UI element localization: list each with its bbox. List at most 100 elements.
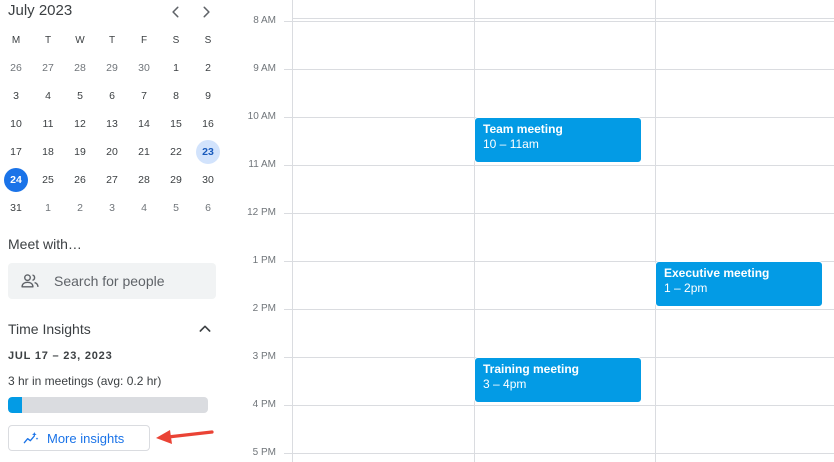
hour-tick bbox=[284, 21, 292, 22]
calendar-week: 10 11 12 13 14 15 16 bbox=[0, 110, 224, 138]
calendar-day[interactable]: 29 bbox=[160, 166, 192, 194]
hour-label: 9 AM bbox=[253, 63, 276, 74]
calendar-day[interactable]: 18 bbox=[32, 138, 64, 166]
event-time: 1 – 2pm bbox=[664, 281, 708, 295]
calendar-day[interactable]: 6 bbox=[192, 194, 224, 222]
hour-label: 5 PM bbox=[252, 447, 276, 458]
calendar-day[interactable]: 4 bbox=[32, 82, 64, 110]
chevron-up-icon bbox=[199, 325, 211, 332]
people-icon bbox=[20, 271, 40, 291]
calendar-day[interactable]: 17 bbox=[0, 138, 32, 166]
calendar-day[interactable]: 31 bbox=[0, 194, 32, 222]
calendar-day[interactable]: 1 bbox=[160, 54, 192, 82]
weekday-label: S bbox=[204, 34, 212, 46]
calendar-day[interactable]: 2 bbox=[192, 54, 224, 82]
calendar-day[interactable]: 1 bbox=[32, 194, 64, 222]
calendar-day[interactable]: 30 bbox=[192, 166, 224, 194]
hour-label: 8 AM bbox=[253, 15, 276, 26]
weekday-label: T bbox=[108, 34, 116, 46]
weekday-label: F bbox=[140, 34, 148, 46]
collapse-insights-button[interactable] bbox=[196, 320, 214, 338]
calendar-day[interactable]: 8 bbox=[160, 82, 192, 110]
calendar-day[interactable]: 3 bbox=[96, 194, 128, 222]
meetings-progress-bar bbox=[8, 397, 208, 413]
event-time: 10 – 11am bbox=[483, 137, 539, 151]
event-time: 3 – 4pm bbox=[483, 377, 527, 391]
calendar-day[interactable]: 28 bbox=[128, 166, 160, 194]
left-panel: July 2023 M T W T F S S 26 27 28 29 30 1… bbox=[0, 0, 232, 462]
hour-tick bbox=[284, 357, 292, 358]
calendar-day[interactable]: 15 bbox=[160, 110, 192, 138]
calendar-week: 17 18 19 20 21 22 23 bbox=[0, 138, 224, 166]
hour-line bbox=[292, 213, 834, 214]
day-column-divider bbox=[292, 0, 293, 462]
calendar-day[interactable]: 9 bbox=[192, 82, 224, 110]
calendar-day[interactable]: 13 bbox=[96, 110, 128, 138]
meetings-summary: 3 hr in meetings (avg: 0.2 hr) bbox=[8, 374, 162, 388]
weekday-label: S bbox=[172, 34, 180, 46]
event-training-meeting[interactable]: Training meeting 3 – 4pm bbox=[474, 357, 642, 403]
calendar-day[interactable]: 16 bbox=[192, 110, 224, 138]
calendar-day[interactable]: 20 bbox=[96, 138, 128, 166]
calendar-day[interactable]: 10 bbox=[0, 110, 32, 138]
more-insights-label: More insights bbox=[47, 430, 125, 446]
day-view-grid: 8 AM 9 AM 10 AM 11 AM 12 PM 1 PM 2 PM 3 … bbox=[232, 0, 834, 462]
time-insights-title: Time Insights bbox=[8, 321, 91, 337]
calendar-day[interactable]: 14 bbox=[128, 110, 160, 138]
hour-line bbox=[292, 405, 834, 406]
calendar-day[interactable]: 26 bbox=[0, 54, 32, 82]
weekday-label: M bbox=[11, 34, 21, 46]
prev-month-button[interactable] bbox=[164, 0, 188, 24]
event-title: Team meeting bbox=[483, 122, 563, 136]
hour-line bbox=[292, 453, 834, 454]
calendar-day[interactable]: 27 bbox=[96, 166, 128, 194]
calendar-day-today[interactable]: 24 bbox=[0, 166, 32, 194]
hour-label: 2 PM bbox=[252, 303, 276, 314]
calendar-day[interactable]: 30 bbox=[128, 54, 160, 82]
top-border-line bbox=[292, 18, 834, 19]
calendar-day[interactable]: 26 bbox=[64, 166, 96, 194]
calendar-week: 31 1 2 3 4 5 6 bbox=[0, 194, 224, 222]
calendar-day-selected[interactable]: 23 bbox=[192, 138, 224, 166]
people-search-input[interactable] bbox=[52, 272, 206, 290]
hour-label: 4 PM bbox=[252, 399, 276, 410]
hour-label: 11 AM bbox=[248, 159, 276, 170]
hour-line bbox=[292, 21, 834, 22]
calendar-day[interactable]: 28 bbox=[64, 54, 96, 82]
calendar-day[interactable]: 27 bbox=[32, 54, 64, 82]
event-title: Training meeting bbox=[483, 362, 580, 376]
calendar-week: 3 4 5 6 7 8 9 bbox=[0, 82, 224, 110]
calendar-day[interactable]: 11 bbox=[32, 110, 64, 138]
mini-calendar-title: July 2023 bbox=[8, 2, 73, 19]
mini-calendar-grid: M T W T F S S 26 27 28 29 30 1 2 3 4 5 6… bbox=[0, 26, 224, 222]
hour-tick bbox=[284, 309, 292, 310]
calendar-day[interactable]: 3 bbox=[0, 82, 32, 110]
event-executive-meeting[interactable]: Executive meeting 1 – 2pm bbox=[655, 261, 823, 307]
calendar-day[interactable]: 19 bbox=[64, 138, 96, 166]
calendar-day[interactable]: 5 bbox=[64, 82, 96, 110]
calendar-day[interactable]: 22 bbox=[160, 138, 192, 166]
weekday-label: W bbox=[75, 34, 85, 46]
event-title: Executive meeting bbox=[664, 266, 770, 280]
calendar-day[interactable]: 5 bbox=[160, 194, 192, 222]
calendar-day[interactable]: 4 bbox=[128, 194, 160, 222]
calendar-week: 24 25 26 27 28 29 30 bbox=[0, 166, 224, 194]
annotation-arrow-icon bbox=[156, 430, 214, 444]
insights-date-range: JUL 17 – 23, 2023 bbox=[8, 350, 113, 362]
next-month-button[interactable] bbox=[194, 0, 218, 24]
meet-with-title: Meet with… bbox=[8, 236, 82, 252]
calendar-day[interactable]: 7 bbox=[128, 82, 160, 110]
calendar-day[interactable]: 21 bbox=[128, 138, 160, 166]
chevron-right-icon bbox=[203, 6, 210, 18]
calendar-day[interactable]: 12 bbox=[64, 110, 96, 138]
hour-line bbox=[292, 69, 834, 70]
more-insights-button[interactable]: More insights bbox=[8, 425, 150, 451]
event-team-meeting[interactable]: Team meeting 10 – 11am bbox=[474, 117, 642, 163]
hour-line bbox=[292, 165, 834, 166]
calendar-day[interactable]: 25 bbox=[32, 166, 64, 194]
people-search-box[interactable] bbox=[8, 263, 216, 299]
hour-tick bbox=[284, 117, 292, 118]
calendar-day[interactable]: 29 bbox=[96, 54, 128, 82]
calendar-day[interactable]: 2 bbox=[64, 194, 96, 222]
calendar-day[interactable]: 6 bbox=[96, 82, 128, 110]
